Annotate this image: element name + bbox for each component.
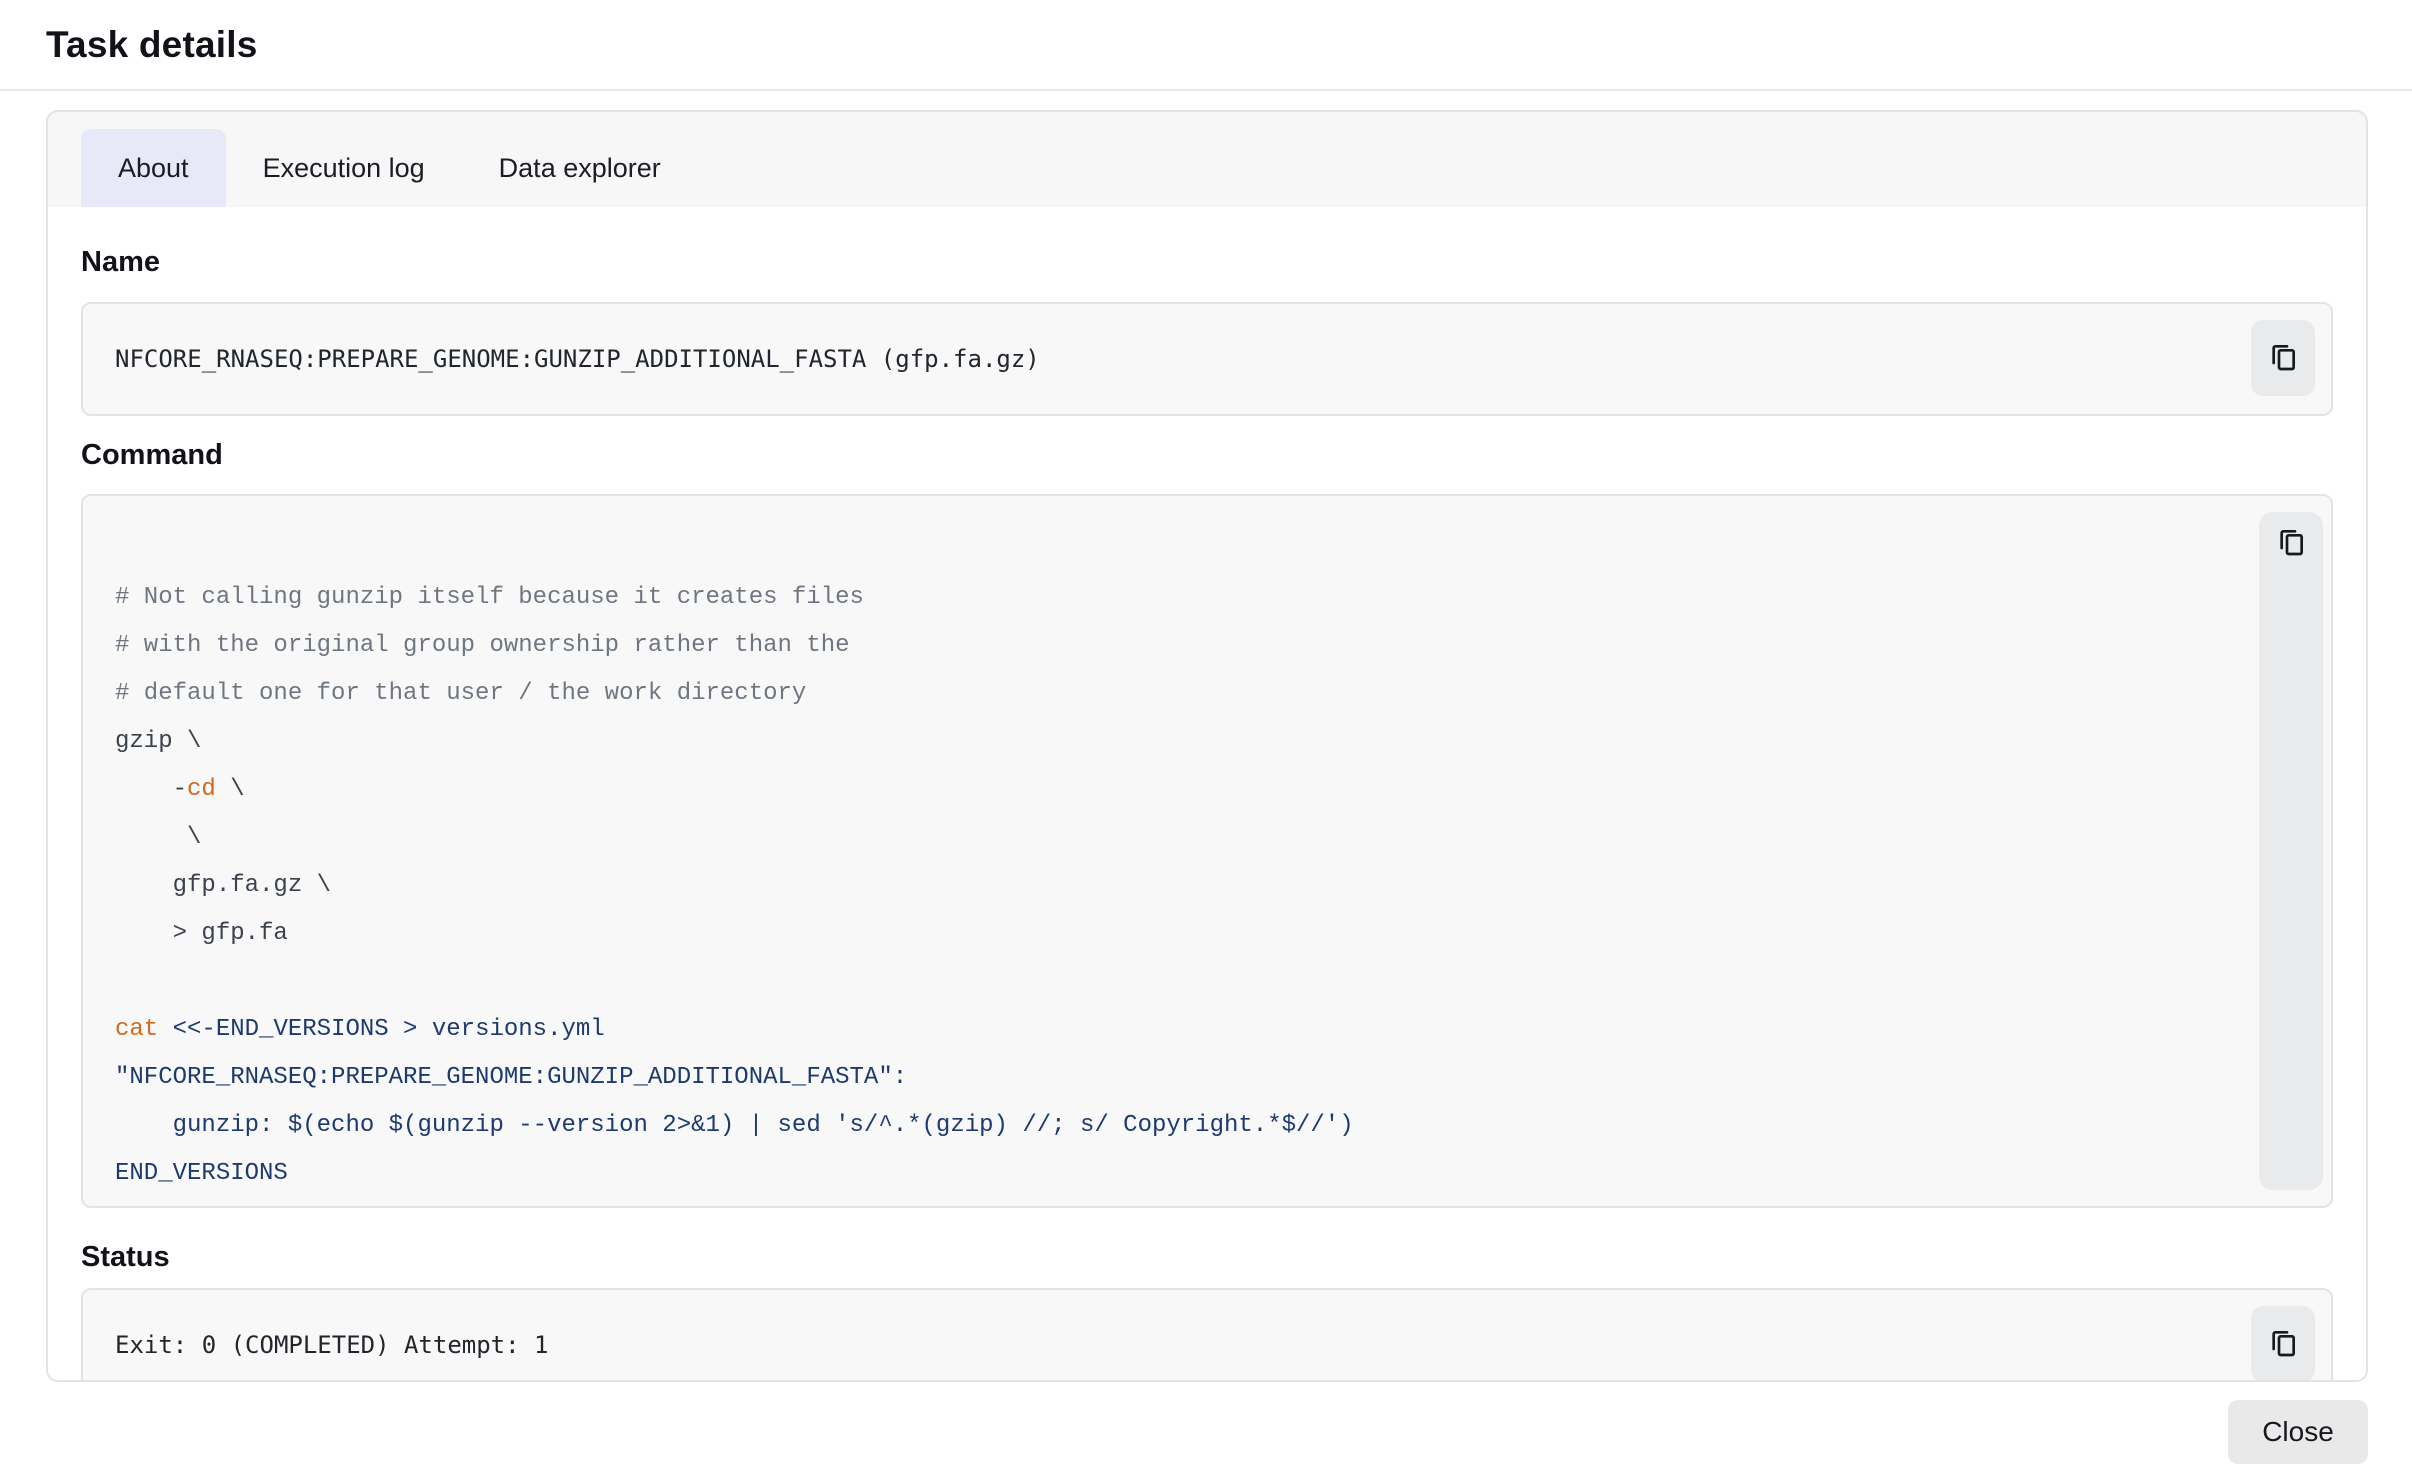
name-heading: Name — [81, 245, 2333, 279]
copy-status-button[interactable] — [2251, 1306, 2315, 1382]
code-line: \ — [115, 814, 2211, 862]
code-token: END_VERSIONS — [115, 1160, 288, 1187]
code-line: # Not calling gunzip itself because it c… — [115, 574, 2211, 622]
command-heading: Command — [81, 438, 2333, 472]
code-token: # with the original group ownership rath… — [115, 632, 850, 659]
tab-about[interactable]: About — [81, 129, 226, 207]
page-header: Task details — [0, 0, 2412, 91]
tab-data-explorer[interactable]: Data explorer — [462, 129, 698, 207]
copy-icon — [2275, 526, 2307, 561]
code-line — [115, 958, 2211, 1006]
code-token: "NFCORE_RNASEQ:PREPARE_GENOME:GUNZIP_ADD… — [115, 1064, 907, 1091]
copy-name-button[interactable] — [2251, 320, 2315, 396]
code-line: cat <<-END_VERSIONS > versions.yml — [115, 1006, 2211, 1054]
code-token: gunzip: $(echo $(gunzip --version 2>&1) … — [115, 1112, 1354, 1139]
code-token: cd — [187, 776, 216, 803]
code-line: # with the original group ownership rath… — [115, 622, 2211, 670]
task-status-value: Exit: 0 (COMPLETED) Attempt: 1 — [115, 1331, 548, 1359]
close-button[interactable]: Close — [2228, 1400, 2368, 1464]
code-token: \ — [115, 824, 201, 851]
scrollbar-track[interactable] — [2259, 512, 2323, 1190]
code-token: \ — [216, 776, 245, 803]
tab-content-about: Name NFCORE_RNASEQ:PREPARE_GENOME:GUNZIP… — [48, 207, 2366, 1382]
code-token: cat — [115, 1016, 158, 1043]
task-details-page: Task details About Execution log Data ex… — [0, 0, 2412, 1476]
code-line: "NFCORE_RNASEQ:PREPARE_GENOME:GUNZIP_ADD… — [115, 1054, 2211, 1102]
copy-icon — [2267, 1327, 2299, 1362]
code-token: <<-END_VERSIONS > versions.yml — [158, 1016, 604, 1043]
copy-command-button[interactable] — [2259, 512, 2323, 582]
command-code: # Not calling gunzip itself because it c… — [83, 496, 2331, 1206]
code-token: gzip \ — [115, 728, 201, 755]
page-title: Task details — [46, 24, 257, 66]
code-token: # default one for that user / the work d… — [115, 680, 806, 707]
code-line: END_VERSIONS — [115, 1150, 2211, 1198]
dialog-footer: Close — [2228, 1400, 2368, 1464]
copy-icon — [2267, 341, 2299, 376]
task-command-box: # Not calling gunzip itself because it c… — [81, 494, 2333, 1208]
tab-execution-log[interactable]: Execution log — [226, 129, 462, 207]
code-token: > gfp.fa — [115, 920, 288, 947]
task-name-value: NFCORE_RNASEQ:PREPARE_GENOME:GUNZIP_ADDI… — [115, 345, 1040, 373]
code-token: # Not calling gunzip itself because it c… — [115, 584, 864, 611]
tab-bar: About Execution log Data explorer — [48, 112, 2366, 207]
code-line: gunzip: $(echo $(gunzip --version 2>&1) … — [115, 1102, 2211, 1150]
code-line: > gfp.fa — [115, 910, 2211, 958]
code-line: gzip \ — [115, 718, 2211, 766]
status-heading: Status — [81, 1240, 2333, 1274]
code-line: gfp.fa.gz \ — [115, 862, 2211, 910]
task-details-card: About Execution log Data explorer Name N… — [46, 110, 2368, 1382]
code-token: gfp.fa.gz \ — [115, 872, 331, 899]
task-name-box: NFCORE_RNASEQ:PREPARE_GENOME:GUNZIP_ADDI… — [81, 302, 2333, 416]
task-status-box: Exit: 0 (COMPLETED) Attempt: 1 — [81, 1288, 2333, 1382]
code-line: # default one for that user / the work d… — [115, 670, 2211, 718]
code-line: -cd \ — [115, 766, 2211, 814]
code-token: - — [115, 776, 187, 803]
